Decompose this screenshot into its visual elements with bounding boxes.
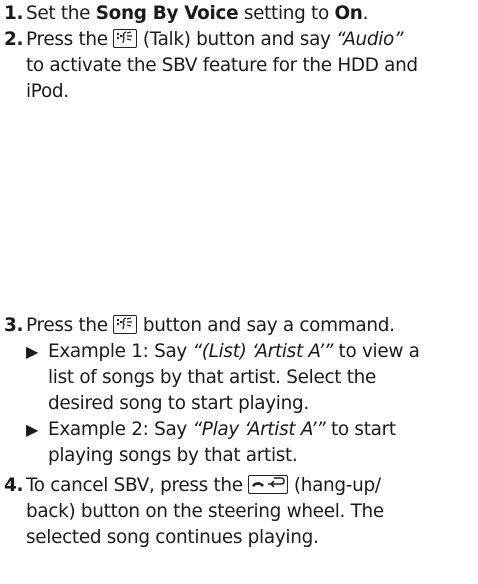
step-2: 2. Press the (Talk) button and say “Audio… <box>4 27 472 105</box>
step-text: to activate the SBV feature for the HDD … <box>26 55 418 76</box>
example-text: desired song to start playing. <box>48 393 309 414</box>
talk-icon <box>113 315 138 334</box>
setting-value: On <box>334 3 363 24</box>
step-3: 3. Press the button and say a command. <box>4 313 472 339</box>
voice-command: “(List) ‘Artist A’” <box>192 341 334 362</box>
step-text: iPod. <box>26 81 69 102</box>
step-text: Press the <box>26 29 114 50</box>
step-text: setting to <box>238 3 335 24</box>
example-text: Example 2: Say <box>48 419 193 440</box>
example-text: Example 1: Say <box>48 341 193 362</box>
voice-command: “Audio” <box>336 29 404 50</box>
step-text: To cancel SBV, press the <box>26 475 249 496</box>
triangle-right-icon: ▶ <box>26 342 39 361</box>
setting-name: Song By Voice <box>95 3 239 24</box>
step-number: 4. <box>4 475 24 496</box>
example-text: to view a <box>333 341 420 362</box>
step-1: 1. Set the Song By Voice setting to On. <box>4 1 472 27</box>
example-1: ▶ Example 1: Say “(List) ‘Artist A’” to v… <box>26 339 478 417</box>
triangle-right-icon: ▶ <box>26 420 39 439</box>
step-4: 4. To cancel SBV, press the (hang-up/ bac… <box>4 473 472 551</box>
voice-command: “Play ‘Artist A’” <box>192 419 326 440</box>
manual-page: 1. Set the Song By Voice setting to On. 2… <box>0 0 478 584</box>
step-text: (hang-up/ <box>288 475 381 496</box>
step-text: Set the <box>26 3 96 24</box>
talk-icon <box>113 29 138 48</box>
step-text: (Talk) button and say <box>137 29 337 50</box>
step-text: . <box>362 3 369 24</box>
step-text: back) button on the steering wheel. The <box>26 501 384 522</box>
step-number: 3. <box>4 315 24 336</box>
step-text: selected song continues playing. <box>26 527 319 548</box>
step-text: Press the <box>26 315 114 336</box>
example-text: list of songs by that artist. Select the <box>48 367 377 388</box>
example-text: playing songs by that artist. <box>48 445 298 466</box>
example-text: to start <box>325 419 396 440</box>
step-number: 1. <box>4 3 24 24</box>
hang-up-back-icon <box>248 475 289 494</box>
example-2: ▶ Example 2: Say “Play ‘Artist A’” to sta… <box>26 417 478 469</box>
step-number: 2. <box>4 29 24 50</box>
step-text: button and say a command. <box>137 315 395 336</box>
